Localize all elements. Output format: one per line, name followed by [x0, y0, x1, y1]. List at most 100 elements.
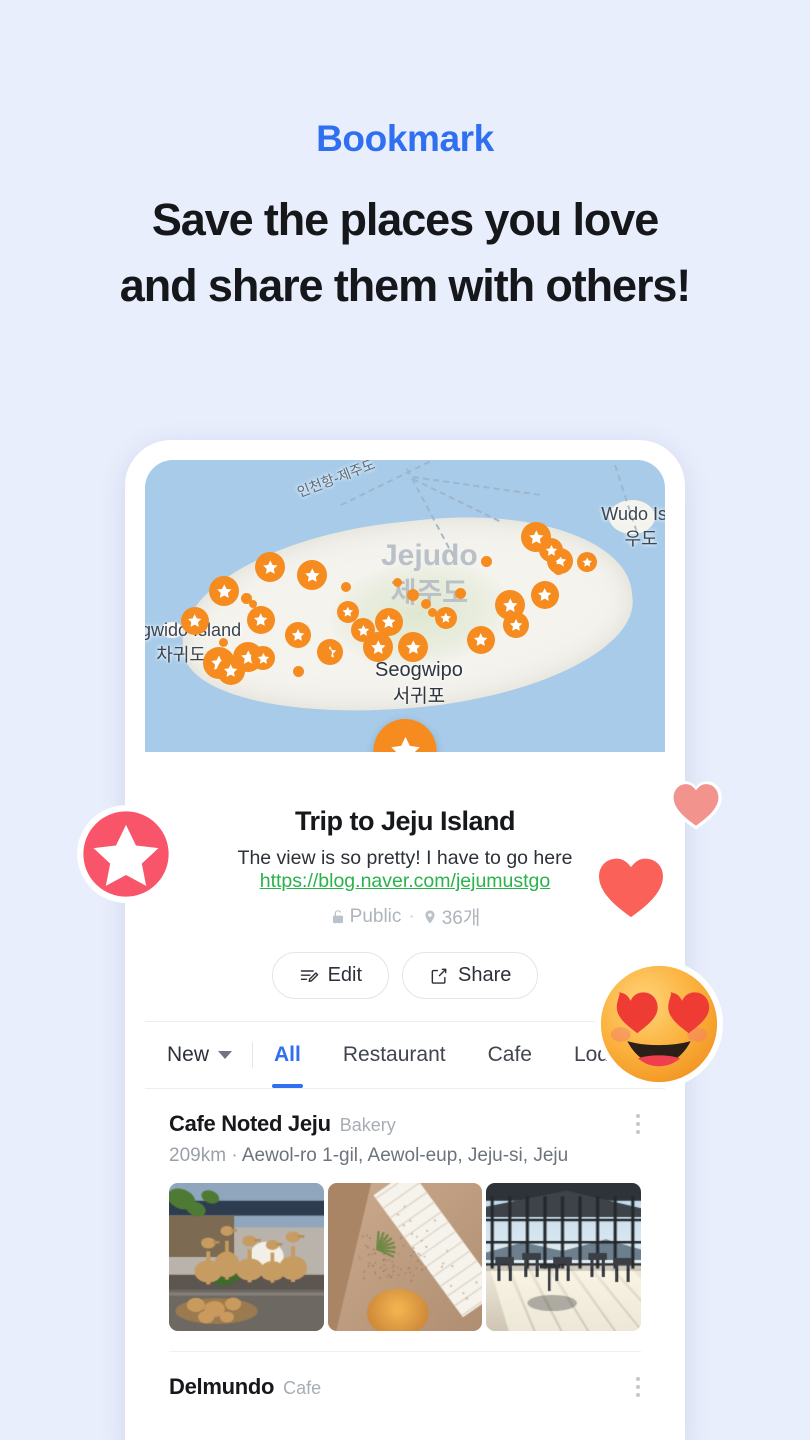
- sort-dropdown[interactable]: New: [167, 1043, 252, 1067]
- map-marker-star[interactable]: [435, 607, 457, 629]
- tab-all[interactable]: All: [253, 1022, 322, 1088]
- visibility-status: Public: [330, 906, 402, 928]
- share-button[interactable]: Share: [402, 952, 538, 999]
- more-options-icon[interactable]: [633, 1374, 643, 1400]
- promo-title-line-2: and share them with others!: [0, 253, 810, 319]
- map-view[interactable]: 인천항-제주도 Jejudo 제주도 Seogwipo 서귀포 Wudo Isl…: [145, 460, 665, 752]
- ferry-route-line: [413, 478, 500, 522]
- map-marker-star[interactable]: [467, 626, 495, 654]
- map-marker-star[interactable]: [181, 607, 209, 635]
- promo-title: Save the places you love and share them …: [0, 187, 810, 319]
- map-marker-dot[interactable]: [219, 638, 228, 647]
- map-marker-dot[interactable]: [393, 578, 402, 587]
- list-item-heading: Delmundo Cafe: [169, 1374, 641, 1400]
- map-marker-dot[interactable]: [428, 608, 437, 617]
- more-options-icon[interactable]: [633, 1111, 643, 1137]
- place-photo[interactable]: [328, 1183, 483, 1331]
- map-label-wudo: Wudo Isla 우도: [601, 504, 665, 551]
- map-marker-star[interactable]: [247, 606, 275, 634]
- list-item[interactable]: Delmundo Cafe: [145, 1352, 665, 1400]
- tab-restaurant[interactable]: Restaurant: [322, 1022, 467, 1088]
- map-label-seogwipo-ko: 서귀포: [375, 681, 463, 708]
- edit-button[interactable]: Edit: [272, 952, 389, 999]
- share-box-icon: [429, 966, 449, 986]
- map-marker-star[interactable]: [297, 560, 327, 590]
- heart-icon: [668, 778, 724, 834]
- list-item[interactable]: Cafe Noted Jeju Bakery 209km · Aewol-ro …: [145, 1089, 665, 1352]
- star-icon: [387, 733, 423, 753]
- map-label-route: 인천항-제주도: [294, 460, 378, 502]
- map-marker-star[interactable]: [251, 646, 275, 670]
- heart-eyes-emoji-icon: [593, 958, 725, 1090]
- ferry-route-line: [413, 476, 540, 496]
- map-marker-star[interactable]: [217, 657, 245, 685]
- edit-list-icon: [299, 966, 319, 986]
- bookmark-actions: Edit Share: [169, 952, 641, 999]
- map-marker-dot[interactable]: [553, 564, 564, 575]
- place-count-label: 36개: [442, 903, 481, 930]
- visibility-label: Public: [350, 906, 402, 928]
- map-marker-star[interactable]: [255, 552, 285, 582]
- promo-header: Bookmark Save the places you love and sh…: [0, 118, 810, 319]
- tab-cafe[interactable]: Cafe: [467, 1022, 553, 1088]
- place-name: Delmundo: [169, 1374, 274, 1400]
- place-photo[interactable]: [169, 1183, 324, 1331]
- bookmark-meta: Public · 36개: [169, 903, 641, 930]
- edit-button-label: Edit: [328, 964, 362, 987]
- map-label-jejudo-en: Jejudo: [381, 539, 478, 572]
- bookmark-link[interactable]: https://blog.naver.com/jejumustgo: [260, 870, 551, 892]
- bookmark-star-fab[interactable]: [374, 719, 437, 752]
- map-label-seogwipo-en: Seogwipo: [375, 659, 463, 681]
- heart-large-sticker: [592, 850, 670, 928]
- map-label-wudo-ko: 우도: [601, 525, 665, 551]
- map-label-seogwipo: Seogwipo 서귀포: [375, 659, 463, 708]
- address-separator: ·: [231, 1145, 237, 1166]
- map-marker-star[interactable]: [531, 581, 559, 609]
- map-pin-icon: [422, 908, 438, 926]
- map-marker-star[interactable]: [577, 552, 597, 572]
- star-badge-icon: [74, 802, 178, 906]
- list-item-heading: Cafe Noted Jeju Bakery: [169, 1111, 641, 1137]
- app-screen: 인천항-제주도 Jejudo 제주도 Seogwipo 서귀포 Wudo Isl…: [145, 460, 665, 1440]
- promo-title-line-1: Save the places you love: [0, 187, 810, 253]
- map-marker-star[interactable]: [351, 618, 375, 642]
- bookmark-title: Trip to Jeju Island: [169, 806, 641, 837]
- map-marker-star[interactable]: [398, 632, 428, 662]
- place-distance: 209km: [169, 1145, 226, 1166]
- bookmark-card-header: Trip to Jeju Island The view is so prett…: [145, 752, 665, 1021]
- map-marker-dot[interactable]: [341, 582, 351, 592]
- map-marker-star[interactable]: [503, 612, 529, 638]
- map-marker-dot[interactable]: [455, 588, 466, 599]
- map-marker-star[interactable]: [285, 622, 311, 648]
- place-name: Cafe Noted Jeju: [169, 1111, 331, 1137]
- map-marker-star[interactable]: [539, 538, 563, 562]
- chevron-down-icon: [218, 1051, 232, 1059]
- place-category: Cafe: [283, 1378, 321, 1399]
- place-address-line: 209km · Aewol-ro 1-gil, Aewol-eup, Jeju-…: [169, 1145, 641, 1167]
- place-photos: [169, 1183, 641, 1331]
- category-tabs: All Restaurant Cafe Lodg: [253, 1022, 642, 1088]
- place-list: Cafe Noted Jeju Bakery 209km · Aewol-ro …: [145, 1089, 665, 1400]
- map-label-wudo-en: Wudo Isla: [601, 504, 665, 524]
- place-address: Aewol-ro 1-gil, Aewol-eup, Jeju-si, Jeju: [242, 1145, 568, 1166]
- star-badge-sticker: [74, 802, 178, 906]
- promo-screen: Bookmark Save the places you love and sh…: [0, 0, 810, 1440]
- meta-separator: ·: [408, 906, 414, 928]
- heart-icon: [592, 850, 670, 928]
- map-marker-dot[interactable]: [293, 666, 304, 677]
- place-category: Bakery: [340, 1115, 396, 1136]
- share-button-label: Share: [458, 964, 511, 987]
- bookmark-description: The view is so pretty! I have to go here: [169, 847, 641, 870]
- map-marker-dot[interactable]: [407, 589, 419, 601]
- heart-small-sticker: [668, 778, 724, 834]
- promo-eyebrow: Bookmark: [0, 118, 810, 161]
- place-photo[interactable]: [486, 1183, 641, 1331]
- sort-label: New: [167, 1043, 209, 1067]
- map-marker-star[interactable]: [209, 576, 239, 606]
- heart-eyes-emoji-sticker: [593, 958, 725, 1090]
- map-marker-dot[interactable]: [249, 600, 257, 608]
- filter-tabbar: New All Restaurant Cafe Lodg: [145, 1021, 665, 1089]
- map-marker-dot[interactable]: [322, 648, 332, 658]
- unlock-icon: [330, 908, 346, 926]
- map-marker-dot[interactable]: [481, 556, 492, 567]
